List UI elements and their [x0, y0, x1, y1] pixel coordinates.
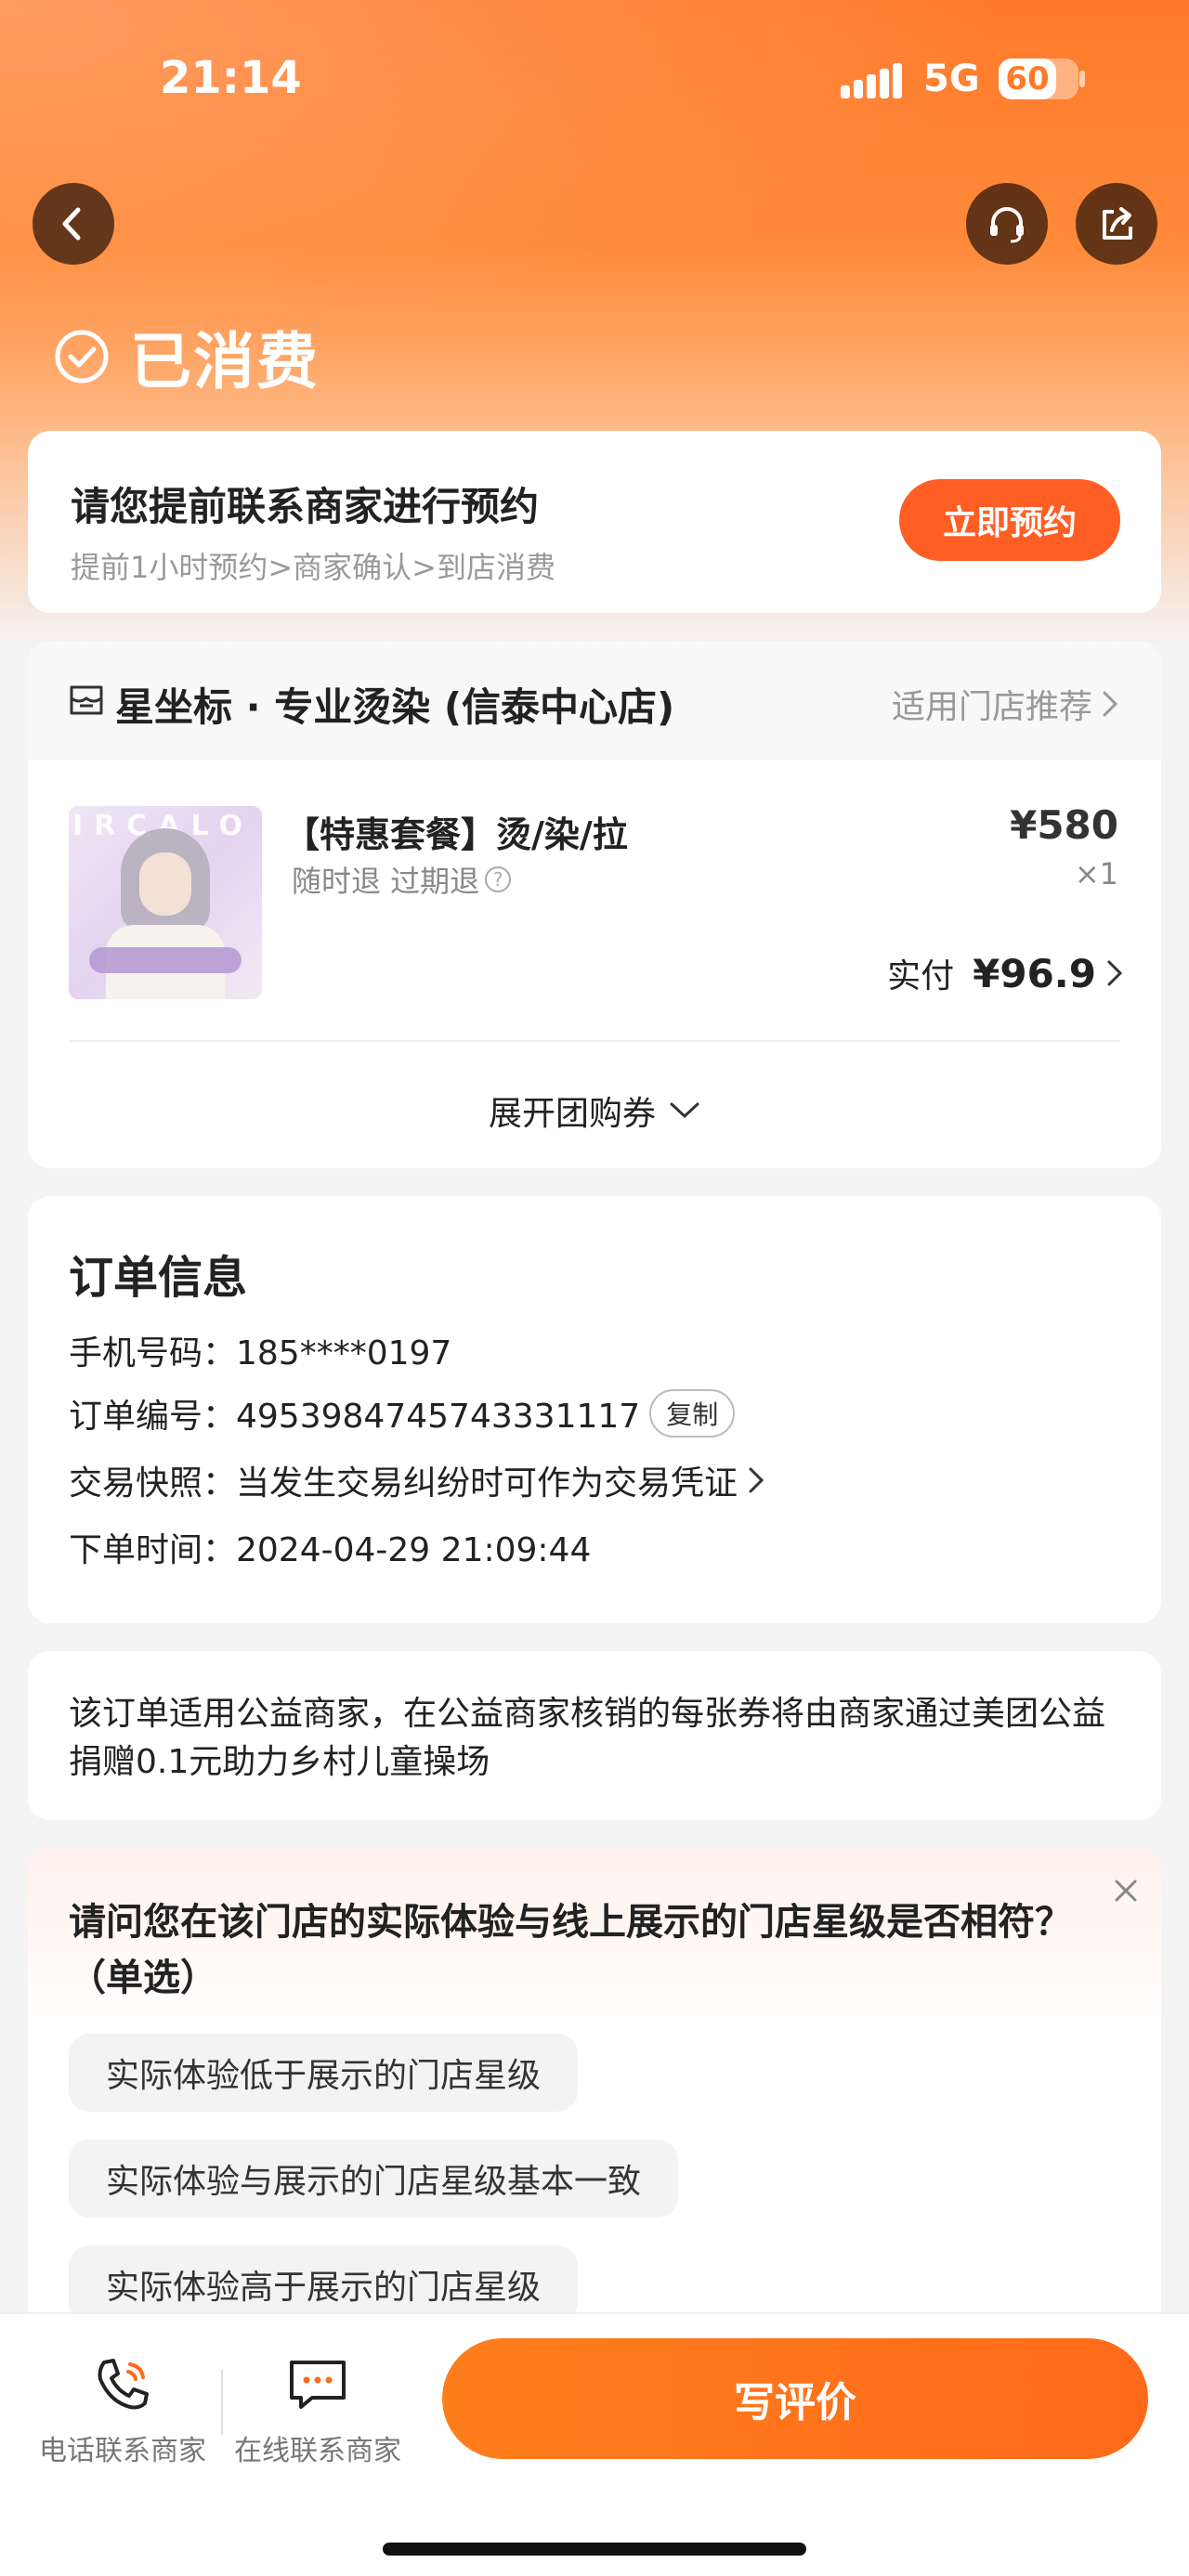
call-merchant-button[interactable]: 电话联系商家: [30, 2351, 216, 2468]
charity-card: 该订单适用公益商家，在公益商家核销的每张券将由商家通过美团公益捐赠0.1元助力乡…: [28, 1651, 1161, 1820]
book-now-button[interactable]: 立即预约: [899, 479, 1120, 561]
shop-product-card: 星坐标 · 专业烫染 (信泰中心店) 适用门店推荐 IRCALO 【特惠套餐】烫…: [28, 641, 1161, 1168]
survey-card: 请问您在该门店的实际体验与线上展示的门店星级是否相符？（单选） 实际体验低于展示…: [28, 1848, 1161, 2368]
signal-icon: [841, 63, 904, 98]
store-icon: [70, 685, 103, 715]
chat-merchant-button[interactable]: 在线联系商家: [225, 2351, 411, 2468]
chat-merchant-label: 在线联系商家: [234, 2435, 401, 2467]
home-indicator: [383, 2543, 806, 2556]
shop-header[interactable]: 星坐标 · 专业烫染 (信泰中心店) 适用门店推荐: [28, 641, 1161, 760]
share-icon: [1103, 207, 1132, 240]
divider: [69, 1040, 1120, 1042]
back-button[interactable]: [33, 183, 114, 265]
recommend-stores-link[interactable]: 适用门店推荐: [892, 680, 1120, 728]
status-time: 21:14: [160, 52, 302, 104]
appointment-card: 请您提前联系商家进行预约 提前1小时预约>商家确认>到店消费 立即预约: [28, 431, 1161, 613]
phone-icon: [98, 2359, 149, 2410]
order-info-card: 订单信息 手机号码：185****0197 订单编号：4953984745743…: [28, 1196, 1161, 1623]
bottom-action-bar: 电话联系商家 在线联系商家 写评价: [0, 2312, 1189, 2576]
order-info-title: 订单信息: [69, 1252, 248, 1304]
survey-option[interactable]: 实际体验低于展示的门店星级: [69, 2034, 579, 2112]
product-title: 【特惠套餐】烫/染/拉: [284, 814, 628, 855]
appointment-subtitle: 提前1小时预约>商家确认>到店消费: [71, 550, 555, 585]
recommend-stores-label: 适用门店推荐: [891, 688, 1092, 726]
refund-policy-text: 随时退 过期退: [292, 864, 480, 899]
order-number-row: 订单编号：4953984745743331117 复制: [69, 1389, 736, 1438]
call-merchant-label: 电话联系商家: [39, 2435, 206, 2467]
order-time-text: 下单时间：2024-04-29 21:09:44: [69, 1531, 592, 1569]
paid-amount-row[interactable]: 实付 ¥96.9: [887, 949, 1124, 997]
order-time-row: 下单时间：2024-04-29 21:09:44: [69, 1523, 591, 1571]
product-quantity: ×1: [1074, 856, 1118, 891]
phone-row: 手机号码：185****0197: [69, 1326, 451, 1374]
divider: [221, 2370, 223, 2435]
network-type: 5G: [923, 58, 980, 100]
refund-policy: 随时退 过期退 ?: [292, 858, 512, 901]
status-bar: 21:14 5G 60: [0, 0, 1189, 158]
battery-icon: 60: [999, 59, 1078, 99]
order-status-text: 已消费: [130, 326, 320, 397]
snapshot-row[interactable]: 交易快照：当发生交易纠纷时可作为交易凭证: [69, 1456, 765, 1504]
paid-amount: ¥96.9: [973, 950, 1096, 996]
battery-tip: [1079, 71, 1085, 87]
headset-icon: [990, 207, 1024, 243]
survey-option[interactable]: 实际体验与展示的门店星级基本一致: [69, 2140, 679, 2218]
check-circle-icon: [55, 330, 109, 384]
product-image[interactable]: IRCALO: [69, 806, 262, 999]
survey-question: 请问您在该门店的实际体验与线上展示的门店星级是否相符？（单选）: [69, 1901, 1072, 1999]
snapshot-text: 交易快照：当发生交易纠纷时可作为交易凭证: [69, 1464, 738, 1503]
chevron-left-icon: [62, 207, 81, 241]
customer-service-button[interactable]: [966, 183, 1048, 265]
chevron-down-icon: [670, 1102, 699, 1119]
expand-coupons-label: 展开团购券: [488, 1095, 656, 1133]
chat-icon: [290, 2361, 346, 2409]
share-button[interactable]: [1076, 183, 1157, 265]
product-price: ¥580: [1010, 802, 1118, 848]
order-status: 已消费: [54, 312, 320, 401]
shop-name: 星坐标 · 专业烫染 (信泰中心店): [115, 684, 675, 730]
chevron-right-icon: [1107, 960, 1123, 986]
order-number-text: 订单编号：4953984745743331117: [69, 1398, 641, 1436]
write-review-button[interactable]: 写评价: [442, 2338, 1148, 2459]
chevron-right-icon: [749, 1467, 764, 1493]
battery-level: 60: [1005, 60, 1050, 98]
copy-button[interactable]: 复制: [649, 1389, 736, 1438]
charity-text: 该订单适用公益商家，在公益商家核销的每张券将由商家通过美团公益捐赠0.1元助力乡…: [69, 1695, 1106, 1781]
appointment-title: 请您提前联系商家进行预约: [71, 484, 540, 529]
expand-coupons-button[interactable]: 展开团购券: [28, 1086, 1161, 1135]
phone-text: 手机号码：185****0197: [69, 1334, 452, 1373]
paid-label: 实付: [887, 957, 955, 995]
question-circle-icon[interactable]: ?: [485, 866, 512, 892]
chevron-right-icon: [1103, 691, 1118, 717]
